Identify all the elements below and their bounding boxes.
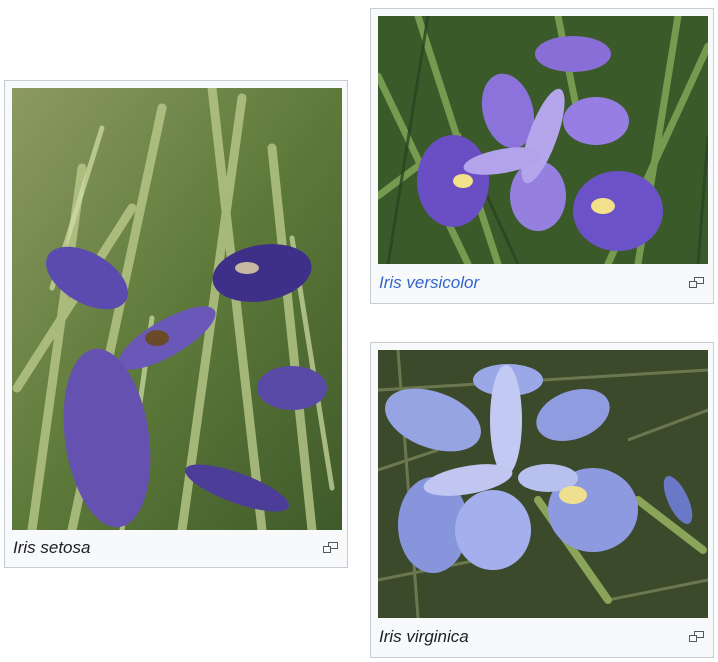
magnify-clip-icon[interactable] — [689, 277, 705, 289]
magnify-clip-icon[interactable] — [323, 542, 339, 554]
magnify-clip-icon[interactable] — [689, 631, 705, 643]
caption-species-link[interactable]: Iris versicolor — [379, 273, 479, 293]
thumbnail-iris-virginica: Iris virginica — [370, 342, 714, 658]
caption-species-name: Iris setosa — [13, 538, 91, 557]
figure-caption: Iris setosa — [5, 529, 347, 567]
iris-setosa-photo[interactable] — [12, 88, 342, 530]
figure-caption: Iris virginica — [371, 617, 713, 657]
caption-species-name: Iris virginica — [379, 627, 469, 646]
figure-caption: Iris versicolor — [371, 263, 713, 303]
thumbnail-iris-setosa: Iris setosa — [4, 80, 348, 568]
iris-virginica-photo[interactable] — [378, 350, 708, 618]
iris-versicolor-photo[interactable] — [378, 16, 708, 264]
thumbnail-iris-versicolor: Iris versicolor — [370, 8, 714, 304]
